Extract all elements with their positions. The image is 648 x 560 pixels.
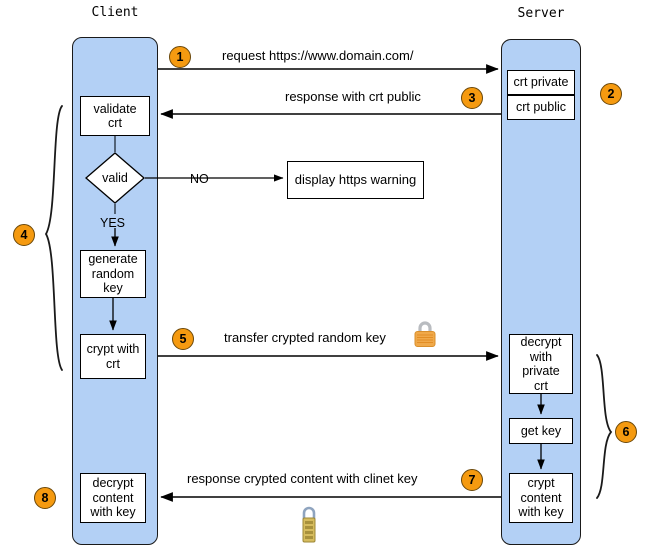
no-label: NO — [190, 172, 209, 186]
message-label-transfer-key: transfer crypted random key — [224, 330, 386, 345]
client-lane-title: Client — [91, 5, 139, 20]
marker-4[interactable]: 4 — [13, 224, 35, 246]
marker-8[interactable]: 8 — [34, 487, 56, 509]
marker-1[interactable]: 1 — [169, 46, 191, 68]
combination-padlock-icon — [297, 503, 321, 552]
message-label-response-crt-public: response with crt public — [285, 89, 421, 104]
server-step-get-key[interactable]: get key — [509, 418, 573, 444]
server-crt-public[interactable]: crt public — [507, 95, 575, 120]
client-step-decrypt-content-with-key[interactable]: decrypt content with key — [80, 473, 146, 523]
server-step-decrypt-with-private-crt[interactable]: decrypt with private crt — [509, 334, 573, 394]
message-label-request: request https://www.domain.com/ — [222, 48, 414, 63]
marker-6[interactable]: 6 — [615, 421, 637, 443]
valid-decision-label: valid — [102, 171, 128, 185]
client-step-validate-crt[interactable]: validate crt — [80, 96, 150, 136]
client-step-valid-decision[interactable]: valid — [85, 152, 145, 204]
server-lane-title: Server — [517, 6, 565, 21]
sequence-diagram-canvas: Client Server validate crt valid YES NO … — [0, 0, 648, 560]
client-step-crypt-with-crt[interactable]: crypt with crt — [80, 334, 146, 379]
display-https-warning-box[interactable]: display https warning — [287, 161, 424, 199]
marker-2[interactable]: 2 — [600, 83, 622, 105]
marker-3[interactable]: 3 — [461, 87, 483, 109]
padlock-icon — [411, 319, 439, 354]
marker-7[interactable]: 7 — [461, 469, 483, 491]
marker-5[interactable]: 5 — [172, 328, 194, 350]
server-step-crypt-content-with-key[interactable]: crypt content with key — [509, 473, 573, 523]
message-label-response-content: response crypted content with clinet key — [187, 471, 418, 486]
client-step-generate-random-key[interactable]: generate random key — [80, 250, 146, 298]
server-crt-private[interactable]: crt private — [507, 70, 575, 95]
yes-label: YES — [100, 216, 126, 230]
